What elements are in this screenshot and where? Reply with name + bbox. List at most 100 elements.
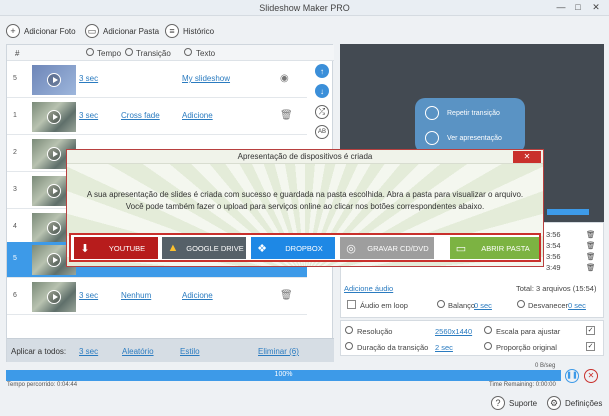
history-label: Histórico: [183, 26, 215, 36]
move-down-button[interactable]: ↓: [315, 84, 329, 98]
fit-icon: [484, 326, 492, 334]
fit-checkbox[interactable]: ✓: [586, 326, 595, 335]
repeat-icon: [425, 106, 439, 120]
fade-label: Desvanecer: [528, 301, 569, 310]
open-folder-button[interactable]: ▭ ABRIR PASTA: [450, 237, 539, 259]
transition-duration-label: Duração da transição: [357, 343, 429, 352]
slide-time[interactable]: 3 sec: [79, 111, 98, 120]
slide-text[interactable]: Adicione: [182, 111, 213, 120]
trash-icon[interactable]: 🗑: [586, 230, 596, 239]
header-transition[interactable]: Transição: [136, 49, 171, 58]
shuffle-button[interactable]: ⤮: [315, 105, 329, 119]
trash-icon[interactable]: 🗑: [586, 263, 596, 272]
ratio-label: Proporção original: [496, 343, 557, 352]
resolution-value[interactable]: 2560x1440: [435, 327, 472, 336]
play-icon[interactable]: [47, 253, 61, 267]
close-button[interactable]: ✕: [590, 2, 602, 13]
play-icon[interactable]: [47, 184, 61, 198]
stop-button[interactable]: ✕: [584, 369, 598, 383]
minimize-button[interactable]: —: [555, 2, 567, 13]
pause-button[interactable]: ❚❚: [565, 369, 579, 383]
support-button[interactable]: ? Suporte: [491, 396, 537, 410]
ratio-checkbox[interactable]: ✓: [586, 342, 595, 351]
preview-seek-bar[interactable]: [547, 209, 589, 215]
youtube-button[interactable]: ⬇ YOUTUBE: [74, 237, 158, 259]
dropbox-button[interactable]: ❖ DROPBOX: [251, 237, 335, 259]
google-drive-button[interactable]: ▲ GOOGLE DRIVE: [162, 237, 246, 259]
google-drive-label: GOOGLE DRIVE: [186, 243, 244, 253]
progress-percent: 100%: [274, 371, 293, 378]
apply-time[interactable]: 3 sec: [79, 347, 98, 356]
trash-icon[interactable]: 🗑: [280, 290, 293, 301]
play-icon[interactable]: [47, 221, 61, 235]
list-item[interactable]: 5 3 sec My slideshow ◉: [7, 62, 307, 98]
play-icon[interactable]: [47, 110, 61, 124]
duration-icon: [345, 342, 353, 350]
add-photo-button[interactable]: + Adicionar Foto: [6, 23, 76, 39]
header-time[interactable]: Tempo: [97, 49, 121, 58]
slide-text[interactable]: My slideshow: [182, 74, 230, 83]
slide-thumbnail[interactable]: [32, 282, 76, 312]
toolbar: + Adicionar Foto ▭ Adicionar Pasta ≡ His…: [0, 16, 609, 44]
transition-icon: [125, 48, 133, 56]
slide-time[interactable]: 3 sec: [79, 74, 98, 83]
remove-all[interactable]: Eliminar (6): [258, 347, 299, 356]
maximize-button[interactable]: □: [572, 2, 584, 13]
eye-icon[interactable]: ◉: [280, 73, 289, 84]
dialog-message: A sua apresentação de slides é criada co…: [86, 190, 524, 199]
play-icon: [425, 131, 439, 145]
settings-label: Definições: [565, 398, 603, 408]
list-item[interactable]: 6 3 sec Nenhum Adicione 🗑: [7, 279, 307, 315]
header-text[interactable]: Texto: [196, 49, 215, 58]
transfer-speed: 0 B/seg: [535, 363, 556, 369]
audio-time: 3:49: [546, 263, 561, 272]
add-folder-button[interactable]: ▭ Adicionar Pasta: [85, 23, 159, 39]
slide-time[interactable]: 3 sec: [79, 291, 98, 300]
support-label: Suporte: [509, 398, 538, 408]
folder-plus-icon: ▭: [85, 24, 99, 38]
slide-transition[interactable]: Cross fade: [121, 111, 160, 120]
dialog-close-button[interactable]: ✕: [513, 151, 541, 163]
elapsed-time: Tempo percorrido: 0:04:44: [7, 382, 78, 388]
youtube-icon: ⬇: [80, 242, 90, 255]
transition-duration-value[interactable]: 2 sec: [435, 343, 453, 352]
dropbox-icon: ❖: [257, 242, 267, 255]
play-icon[interactable]: [47, 290, 61, 304]
slide-text[interactable]: Adicione: [182, 291, 213, 300]
plus-icon: +: [6, 24, 20, 38]
view-slideshow-button[interactable]: Ver apresentação: [425, 131, 502, 145]
title-bar: Slideshow Maker PRO — □ ✕: [0, 0, 609, 16]
apply-random[interactable]: Aleatório: [122, 347, 154, 356]
view-label: Ver apresentação: [447, 134, 502, 142]
apply-style[interactable]: Estilo: [180, 347, 200, 356]
slide-thumbnail[interactable]: [32, 102, 76, 132]
add-audio-link[interactable]: Adicione áudio: [344, 284, 393, 293]
trash-icon[interactable]: 🗑: [586, 252, 596, 261]
trash-icon[interactable]: 🗑: [280, 110, 293, 121]
trash-icon[interactable]: 🗑: [586, 241, 596, 250]
app-title: Slideshow Maker PRO: [259, 3, 350, 13]
settings-button[interactable]: ⚙ Definições: [547, 396, 602, 410]
fade-value[interactable]: 0 sec: [568, 301, 586, 310]
slide-thumbnail[interactable]: [32, 65, 76, 95]
move-up-button[interactable]: ↑: [315, 64, 329, 78]
play-icon[interactable]: [47, 73, 61, 87]
slide-transition[interactable]: Nenhum: [121, 291, 151, 300]
youtube-label: YOUTUBE: [108, 243, 146, 253]
progress-bar: 100%: [6, 370, 561, 381]
burn-cd-button[interactable]: ◎ GRAVAR CD/DVD: [340, 237, 434, 259]
history-button[interactable]: ≡ Histórico: [165, 23, 214, 39]
list-item[interactable]: 1 3 sec Cross fade Adicione 🗑: [7, 99, 307, 135]
loop-label: Áudio em loop: [360, 301, 408, 310]
row-number: 5: [13, 75, 17, 82]
row-number: 4: [13, 223, 17, 230]
loop-checkbox[interactable]: [347, 300, 356, 309]
clock-icon: [86, 48, 94, 56]
repeat-label: Repetir transição: [447, 109, 500, 117]
ab-sort-button[interactable]: AB: [315, 125, 329, 139]
play-icon[interactable]: [47, 147, 61, 161]
repeat-transition-button[interactable]: Repetir transição: [425, 106, 500, 120]
open-folder-label: ABRIR PASTA: [481, 243, 530, 253]
balance-value[interactable]: 0 sec: [474, 301, 492, 310]
resolution-label: Resolução: [357, 327, 393, 336]
